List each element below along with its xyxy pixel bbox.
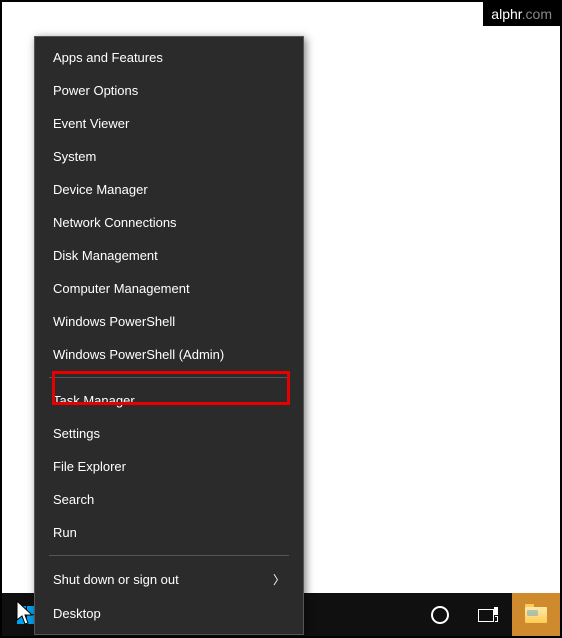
menu-item-file-explorer[interactable]: File Explorer: [35, 450, 303, 483]
watermark-suffix: .com: [522, 6, 552, 22]
folder-icon: [525, 607, 547, 623]
task-view-button[interactable]: [464, 593, 512, 636]
menu-item-settings[interactable]: Settings: [35, 417, 303, 450]
winx-context-menu: Apps and Features Power Options Event Vi…: [34, 36, 304, 635]
menu-item-desktop[interactable]: Desktop: [35, 597, 303, 630]
cortana-button[interactable]: [416, 593, 464, 636]
menu-item-computer-management[interactable]: Computer Management: [35, 272, 303, 305]
chevron-right-icon: 〉: [273, 571, 285, 588]
cortana-icon: [431, 606, 449, 624]
watermark-brand: alphr: [491, 6, 521, 22]
menu-item-power-options[interactable]: Power Options: [35, 74, 303, 107]
menu-separator: [49, 377, 289, 378]
menu-item-system[interactable]: System: [35, 140, 303, 173]
file-explorer-taskbar-button[interactable]: [512, 593, 560, 636]
menu-separator: [49, 555, 289, 556]
menu-item-powershell[interactable]: Windows PowerShell: [35, 305, 303, 338]
menu-item-run[interactable]: Run: [35, 516, 303, 549]
menu-item-shutdown[interactable]: Shut down or sign out 〉: [35, 562, 303, 597]
menu-item-task-manager[interactable]: Task Manager: [35, 384, 303, 417]
watermark: alphr.com: [483, 2, 560, 26]
menu-item-device-manager[interactable]: Device Manager: [35, 173, 303, 206]
menu-item-network-connections[interactable]: Network Connections: [35, 206, 303, 239]
menu-item-disk-management[interactable]: Disk Management: [35, 239, 303, 272]
menu-item-apps-features[interactable]: Apps and Features: [35, 41, 303, 74]
menu-item-event-viewer[interactable]: Event Viewer: [35, 107, 303, 140]
menu-item-powershell-admin[interactable]: Windows PowerShell (Admin): [35, 338, 303, 371]
mouse-cursor-icon: [16, 600, 36, 626]
task-view-icon: [478, 607, 498, 622]
menu-item-search[interactable]: Search: [35, 483, 303, 516]
